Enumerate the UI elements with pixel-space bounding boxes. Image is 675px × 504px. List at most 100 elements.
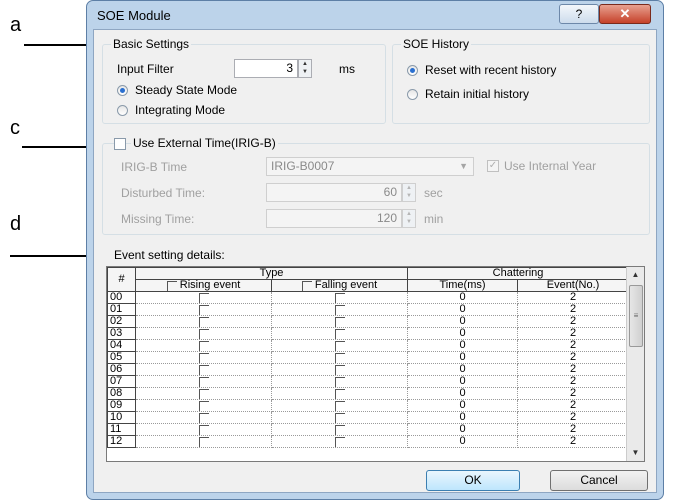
cancel-button[interactable]: Cancel: [550, 470, 648, 491]
chattering-count-cell[interactable]: 2: [517, 315, 630, 328]
falling-event-cell[interactable]: [270, 291, 409, 304]
falling-event-checkbox[interactable]: [334, 389, 345, 399]
chattering-count-cell[interactable]: 2: [517, 303, 630, 316]
chattering-count-cell[interactable]: 2: [517, 435, 630, 448]
chattering-time-cell[interactable]: 0: [407, 423, 519, 436]
ok-button[interactable]: OK: [426, 470, 520, 491]
column-rising-header[interactable]: Rising event: [135, 279, 272, 292]
rising-event-checkbox[interactable]: [198, 401, 209, 411]
title-bar[interactable]: SOE Module ? ✕: [87, 1, 663, 29]
chattering-time-cell[interactable]: 0: [407, 363, 519, 376]
chattering-time-cell[interactable]: 0: [407, 327, 519, 340]
table-row[interactable]: 04 0 2: [107, 339, 630, 352]
chattering-time-cell[interactable]: 0: [407, 339, 519, 352]
falling-event-checkbox[interactable]: [334, 425, 345, 435]
close-button[interactable]: ✕: [599, 4, 651, 24]
table-row[interactable]: 11 0 2: [107, 423, 630, 436]
chattering-count-cell[interactable]: 2: [517, 399, 630, 412]
irig-b-time-select[interactable]: IRIG-B0007 ▼: [266, 157, 474, 176]
falling-event-cell[interactable]: [270, 315, 409, 328]
rising-event-checkbox[interactable]: [198, 365, 209, 375]
rising-event-checkbox[interactable]: [198, 305, 209, 315]
rising-all-checkbox[interactable]: [166, 281, 177, 291]
chattering-time-cell[interactable]: 0: [407, 291, 519, 304]
falling-event-checkbox[interactable]: [334, 437, 345, 447]
missing-time-field[interactable]: 120: [266, 209, 402, 228]
scroll-thumb[interactable]: ≡: [629, 285, 643, 347]
chattering-time-cell[interactable]: 0: [407, 387, 519, 400]
falling-event-checkbox[interactable]: [334, 341, 345, 351]
rising-event-checkbox[interactable]: [198, 425, 209, 435]
chattering-time-cell[interactable]: 0: [407, 375, 519, 388]
rising-event-checkbox[interactable]: [198, 437, 209, 447]
table-row[interactable]: 10 0 2: [107, 411, 630, 424]
chattering-count-cell[interactable]: 2: [517, 351, 630, 364]
table-row[interactable]: 01 0 2: [107, 303, 630, 316]
chattering-count-cell[interactable]: 2: [517, 363, 630, 376]
falling-event-checkbox[interactable]: [334, 305, 345, 315]
chattering-count-cell[interactable]: 2: [517, 411, 630, 424]
table-row[interactable]: 12 0 2: [107, 435, 630, 448]
table-row[interactable]: 02 0 2: [107, 315, 630, 328]
rising-event-cell[interactable]: [135, 375, 272, 388]
falling-event-cell[interactable]: [270, 423, 409, 436]
steady-state-radio[interactable]: [117, 85, 128, 96]
falling-event-cell[interactable]: [270, 387, 409, 400]
chattering-time-cell[interactable]: 0: [407, 303, 519, 316]
integrating-radio[interactable]: [117, 105, 128, 116]
falling-event-cell[interactable]: [270, 351, 409, 364]
rising-event-cell[interactable]: [135, 291, 272, 304]
event-settings-grid[interactable]: # Type Chattering Rising event Falling e…: [106, 266, 645, 462]
rising-event-cell[interactable]: [135, 423, 272, 436]
use-external-time-checkbox[interactable]: [114, 138, 126, 150]
table-row[interactable]: 06 0 2: [107, 363, 630, 376]
falling-event-checkbox[interactable]: [334, 377, 345, 387]
table-row[interactable]: 03 0 2: [107, 327, 630, 340]
rising-event-cell[interactable]: [135, 363, 272, 376]
chattering-count-cell[interactable]: 2: [517, 375, 630, 388]
chattering-time-cell[interactable]: 0: [407, 435, 519, 448]
falling-event-cell[interactable]: [270, 327, 409, 340]
chattering-time-cell[interactable]: 0: [407, 315, 519, 328]
table-row[interactable]: 09 0 2: [107, 399, 630, 412]
falling-event-checkbox[interactable]: [334, 329, 345, 339]
input-filter-spinner[interactable]: ▲ ▼: [298, 59, 312, 78]
falling-event-cell[interactable]: [270, 303, 409, 316]
rising-event-checkbox[interactable]: [198, 353, 209, 363]
chattering-count-cell[interactable]: 2: [517, 423, 630, 436]
chattering-count-cell[interactable]: 2: [517, 327, 630, 340]
rising-event-cell[interactable]: [135, 387, 272, 400]
chattering-count-cell[interactable]: 2: [517, 339, 630, 352]
falling-event-cell[interactable]: [270, 363, 409, 376]
input-filter-field[interactable]: 3: [234, 59, 298, 78]
falling-event-checkbox[interactable]: [334, 401, 345, 411]
rising-event-cell[interactable]: [135, 351, 272, 364]
rising-event-checkbox[interactable]: [198, 413, 209, 423]
rising-event-cell[interactable]: [135, 303, 272, 316]
help-button[interactable]: ?: [559, 4, 599, 24]
falling-event-checkbox[interactable]: [334, 317, 345, 327]
use-internal-year-checkbox[interactable]: ✓: [487, 160, 499, 172]
rising-event-cell[interactable]: [135, 327, 272, 340]
rising-event-checkbox[interactable]: [198, 389, 209, 399]
falling-event-cell[interactable]: [270, 339, 409, 352]
grid-scrollbar[interactable]: ▲ ≡ ▼: [626, 267, 644, 461]
rising-event-checkbox[interactable]: [198, 293, 209, 303]
falling-event-cell[interactable]: [270, 411, 409, 424]
scroll-up-icon[interactable]: ▲: [627, 267, 644, 283]
table-row[interactable]: 07 0 2: [107, 375, 630, 388]
rising-event-checkbox[interactable]: [198, 341, 209, 351]
rising-event-cell[interactable]: [135, 399, 272, 412]
chattering-time-cell[interactable]: 0: [407, 411, 519, 424]
rising-event-checkbox[interactable]: [198, 329, 209, 339]
chattering-time-cell[interactable]: 0: [407, 351, 519, 364]
reset-history-radio[interactable]: [407, 65, 418, 76]
column-falling-header[interactable]: Falling event: [270, 279, 409, 292]
falling-event-checkbox[interactable]: [334, 413, 345, 423]
scroll-down-icon[interactable]: ▼: [627, 445, 644, 461]
falling-event-checkbox[interactable]: [334, 353, 345, 363]
falling-all-checkbox[interactable]: [301, 281, 312, 291]
rising-event-cell[interactable]: [135, 339, 272, 352]
table-row[interactable]: 00 0 2: [107, 291, 630, 304]
retain-history-radio[interactable]: [407, 89, 418, 100]
